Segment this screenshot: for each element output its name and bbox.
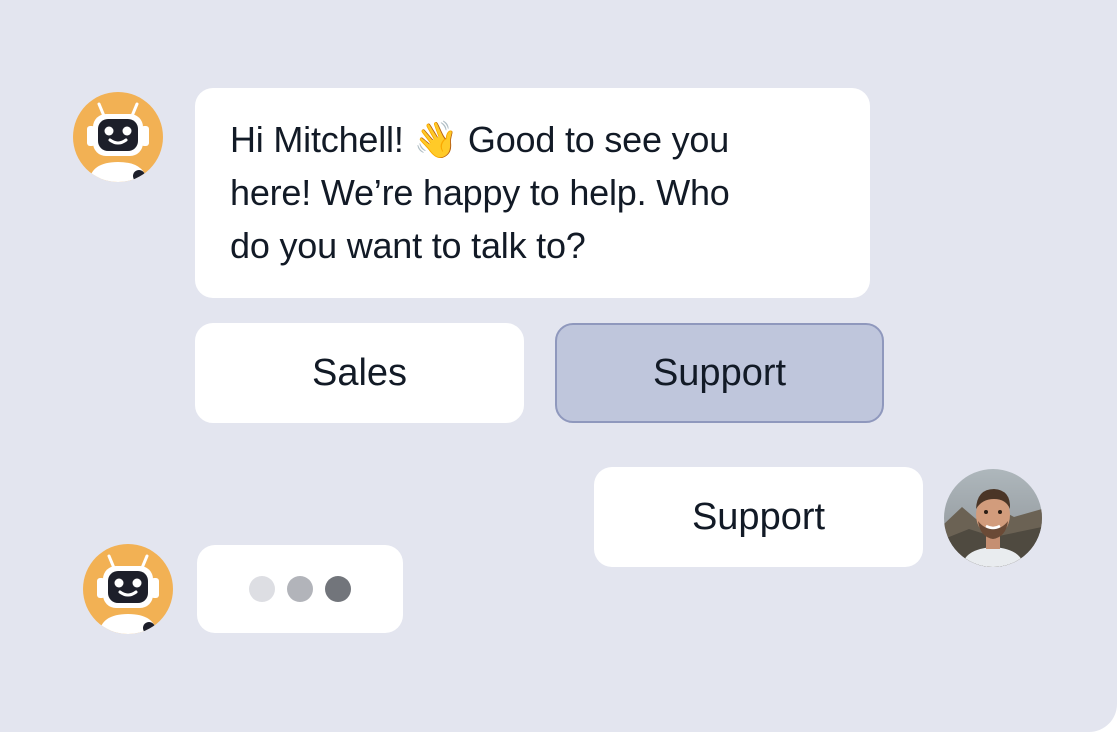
bot-message-line2: here! We’re happy to help. Who	[230, 172, 730, 213]
bot-avatar-icon	[83, 544, 173, 634]
sales-option-label: Sales	[311, 351, 408, 394]
sales-option-button[interactable]: Sales	[195, 323, 524, 423]
typing-dot	[287, 576, 313, 602]
typing-dot	[325, 576, 351, 602]
bot-message-line3: do you want to talk to?	[230, 225, 586, 266]
typing-indicator	[197, 545, 403, 633]
user-message-bubble: Support	[594, 467, 923, 567]
support-option-button[interactable]: Support	[555, 323, 884, 423]
chat-panel: Hi Mitchell! 👋 Good to see you here! We’…	[0, 0, 1117, 732]
user-photo-avatar	[944, 469, 1042, 567]
waving-hand-emoji: 👋	[413, 119, 459, 160]
user-message-text: Support	[691, 495, 826, 538]
bot-message-text: Hi Mitchell! 👋 Good to see you here! We’…	[230, 113, 840, 272]
support-option-label: Support	[652, 351, 787, 394]
bot-avatar-icon	[73, 92, 163, 182]
bot-message-line1-rest: Good to see you	[467, 119, 730, 160]
bot-message-line1: Hi Mitchell!	[230, 119, 404, 160]
typing-dot	[249, 576, 275, 602]
bot-message-bubble: Hi Mitchell! 👋 Good to see you here! We’…	[195, 88, 870, 298]
